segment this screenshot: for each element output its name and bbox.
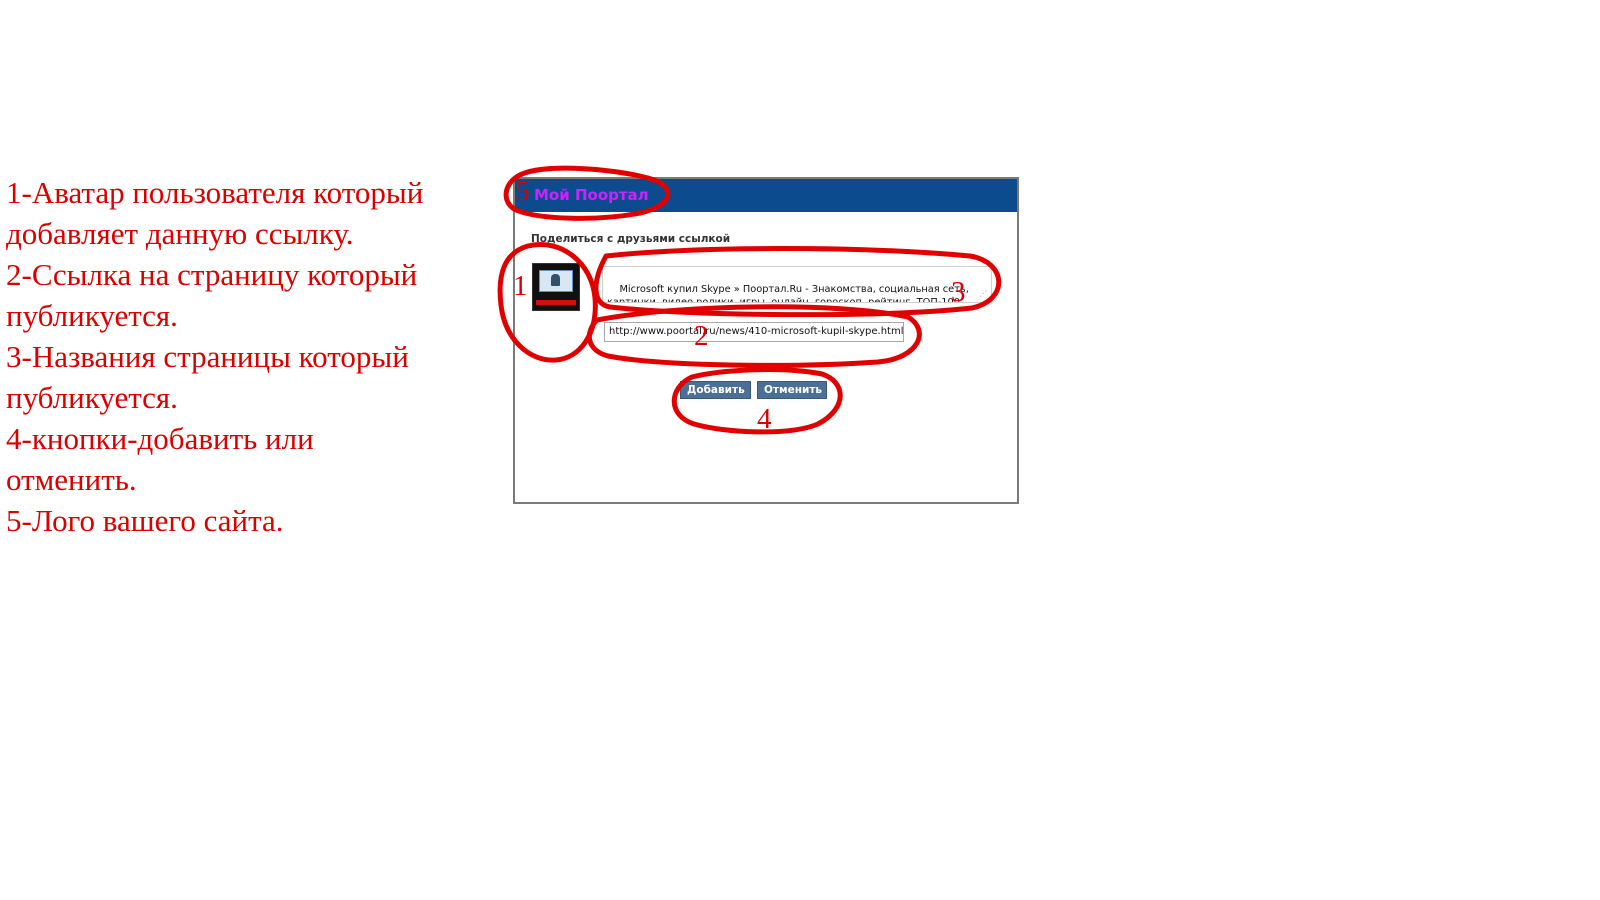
annotation-number-1: 1	[513, 270, 528, 302]
legend-line: добавляет данную ссылку.	[6, 216, 354, 251]
avatar-caption	[536, 300, 576, 305]
annotation-number-3: 3	[951, 276, 966, 308]
annotation-legend: 1-Аватар пользователя который добавляет …	[6, 172, 466, 541]
add-button[interactable]: Добавить	[680, 381, 751, 399]
share-link-dialog: Мой Поортал Поделиться с друзьями ссылко…	[513, 177, 1019, 504]
avatar-person-icon	[551, 274, 560, 286]
legend-line: публикуется.	[6, 380, 178, 415]
annotation-number-2: 2	[694, 320, 709, 352]
annotation-number-4: 4	[757, 403, 772, 435]
annotation-number-5: 5	[515, 175, 530, 207]
page-title-text: Microsoft купил Skype » Поортал.Ru - Зна…	[607, 284, 972, 303]
legend-line: 1-Аватар пользователя который	[6, 175, 424, 210]
legend-line: публикуется.	[6, 298, 178, 333]
legend-line: 3-Названия страницы который	[6, 339, 409, 374]
dialog-header: Мой Поортал	[515, 179, 1017, 212]
page-title-field[interactable]: Microsoft купил Skype » Поортал.Ru - Зна…	[602, 266, 992, 303]
resize-grip-icon[interactable]: ⋰	[979, 287, 987, 300]
site-logo[interactable]: Мой Поортал	[534, 186, 649, 204]
legend-line: 4-кнопки-добавить или	[6, 421, 314, 456]
legend-line: 2-Ссылка на страницу который	[6, 257, 418, 292]
legend-line: 5-Лого вашего сайта.	[6, 503, 284, 538]
share-title: Поделиться с друзьями ссылкой	[531, 233, 731, 245]
page-url-field[interactable]: http://www.poortal.ru/news/410-microsoft…	[604, 322, 904, 342]
legend-line: отменить.	[6, 462, 137, 497]
user-avatar	[532, 263, 580, 311]
cancel-button[interactable]: Отменить	[757, 381, 827, 399]
